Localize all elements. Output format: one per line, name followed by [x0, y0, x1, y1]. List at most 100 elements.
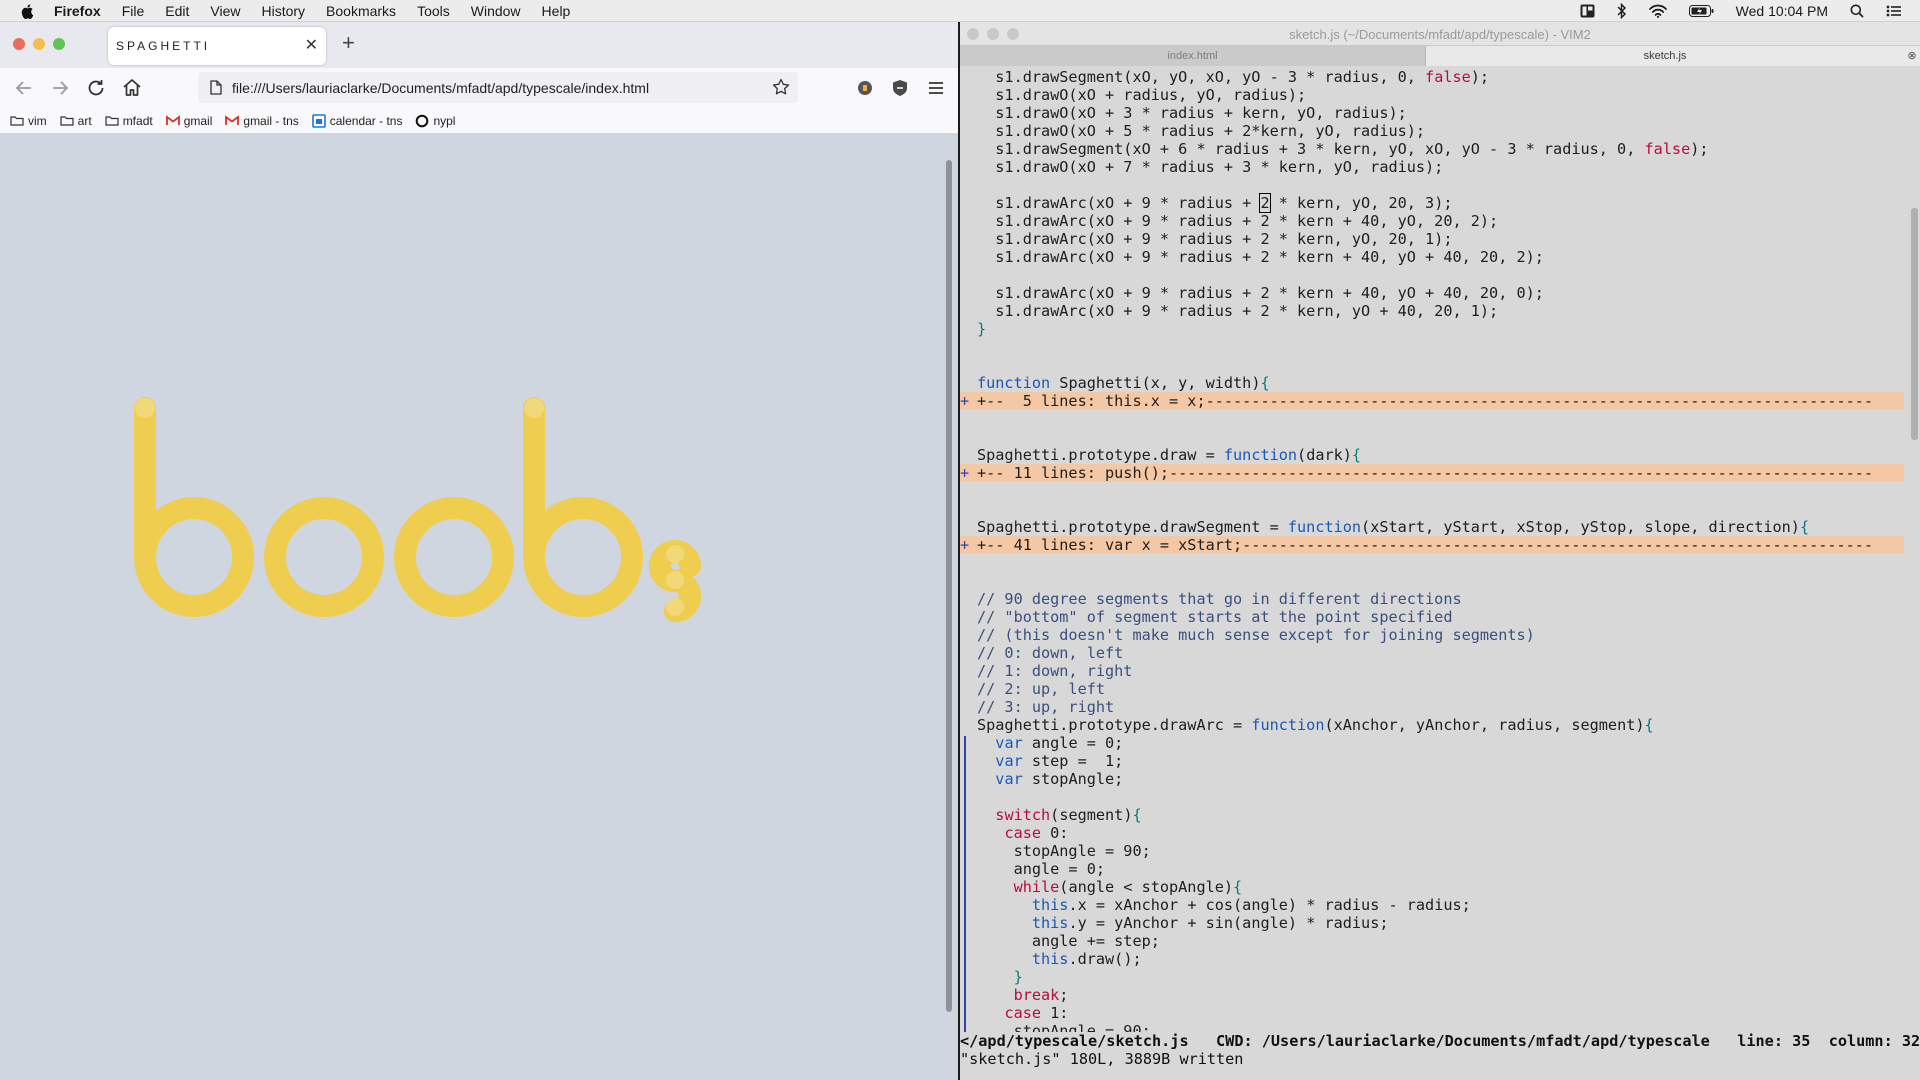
code-line[interactable]: // 3: up, right [960, 698, 1904, 716]
code-editor[interactable]: s1.drawSegment(xO, yO, xO, yO - 3 * radi… [960, 66, 1920, 1042]
code-line[interactable]: Spaghetti.prototype.draw = function(dark… [960, 446, 1904, 464]
code-line[interactable]: // 1: down, right [960, 662, 1904, 680]
code-line[interactable]: switch(segment){ [960, 806, 1904, 824]
code-line[interactable]: // (this doesn't make much sense except … [960, 626, 1904, 644]
code-line[interactable]: this.x = xAnchor + cos(angle) * radius -… [960, 896, 1904, 914]
code-line[interactable]: s1.drawArc(xO + 9 * radius + 2 * kern + … [960, 284, 1904, 302]
menu-edit[interactable]: Edit [165, 3, 189, 19]
code-line[interactable]: this.draw(); [960, 950, 1904, 968]
tiling-app-icon[interactable] [1580, 4, 1595, 18]
menu-file[interactable]: File [122, 3, 145, 19]
back-arrow-icon[interactable] [12, 76, 36, 100]
code-line[interactable]: // 2: up, left [960, 680, 1904, 698]
code-line[interactable] [960, 554, 1904, 572]
code-line[interactable]: angle += step; [960, 932, 1904, 950]
code-line[interactable]: // 90 degree segments that go in differe… [960, 590, 1904, 608]
menu-window[interactable]: Window [471, 3, 521, 19]
address-bar[interactable]: file:///Users/lauriaclarke/Documents/mfa… [198, 72, 798, 103]
menu-app-firefox[interactable]: Firefox [54, 3, 101, 19]
code-line[interactable]: stopAngle = 90; [960, 842, 1904, 860]
code-line[interactable]: s1.drawSegment(xO + 6 * radius + 3 * ker… [960, 140, 1904, 158]
code-line[interactable]: } [960, 320, 1904, 338]
spotlight-search-icon[interactable] [1850, 4, 1864, 18]
bookmark-nypl[interactable]: nypl [415, 114, 455, 128]
code-line[interactable]: angle = 0; [960, 860, 1904, 878]
code-line[interactable]: s1.drawArc(xO + 9 * radius + 2 * kern, y… [960, 230, 1904, 248]
apple-icon[interactable] [20, 3, 36, 19]
code-line[interactable] [960, 788, 1904, 806]
forward-arrow-icon[interactable] [48, 76, 72, 100]
extension-icon[interactable] [853, 76, 877, 100]
code-line[interactable]: Spaghetti.prototype.drawArc = function(x… [960, 716, 1904, 734]
shield-icon[interactable] [888, 76, 912, 100]
url-text[interactable]: file:///Users/lauriaclarke/Documents/mfa… [232, 80, 649, 96]
menu-history[interactable]: History [261, 3, 305, 19]
close-window-button[interactable] [13, 38, 25, 50]
code-line[interactable] [960, 410, 1904, 428]
bookmark-gmail-tns[interactable]: gmail - tns [225, 114, 299, 128]
code-line[interactable]: s1.drawArc(xO + 9 * radius + 2 * kern + … [960, 248, 1904, 266]
folded-code-line[interactable]: + +-- 5 lines: this.x = x;---------------… [960, 392, 1904, 410]
close-tab-icon[interactable]: ⊗ [1904, 46, 1920, 66]
code-line[interactable]: // 0: down, left [960, 644, 1904, 662]
bookmark-calendar-tns[interactable]: calendar - tns [311, 114, 402, 128]
new-tab-button[interactable]: + [342, 32, 355, 54]
code-line[interactable] [960, 482, 1904, 500]
code-line[interactable]: } [960, 968, 1904, 986]
zoom-window-button[interactable] [53, 38, 65, 50]
clock[interactable]: Wed 10:04 PM [1736, 3, 1828, 19]
code-line[interactable]: while(angle < stopAngle){ [960, 878, 1904, 896]
folded-code-line[interactable]: + +-- 11 lines: push();------------------… [960, 464, 1904, 482]
code-line[interactable]: s1.drawO(xO + 3 * radius + kern, yO, rad… [960, 104, 1904, 122]
code-line[interactable]: s1.drawO(xO + radius, yO, radius); [960, 86, 1904, 104]
code-line[interactable] [960, 356, 1904, 374]
bluetooth-icon[interactable] [1617, 3, 1627, 19]
code-line[interactable]: Spaghetti.prototype.drawSegment = functi… [960, 518, 1904, 536]
battery-icon[interactable] [1688, 5, 1714, 17]
code-line[interactable] [960, 266, 1904, 284]
code-line[interactable]: this.y = yAnchor + sin(angle) * radius; [960, 914, 1904, 932]
code-line[interactable]: s1.drawO(xO + 7 * radius + 3 * kern, yO,… [960, 158, 1904, 176]
menu-help[interactable]: Help [542, 3, 571, 19]
code-line[interactable] [960, 176, 1904, 194]
vim-tab-index-html[interactable]: index.html [960, 46, 1426, 66]
folded-code-line[interactable]: + +-- 41 lines: var x = xStart;----------… [960, 536, 1904, 554]
code-line[interactable]: function Spaghetti(x, y, width){ [960, 374, 1904, 392]
menu-view[interactable]: View [210, 3, 240, 19]
vim-tab-sketch-js[interactable]: sketch.js [1426, 46, 1904, 66]
vertical-scrollbar[interactable] [946, 160, 952, 1012]
page-canvas[interactable] [0, 134, 958, 1080]
wifi-icon[interactable] [1648, 4, 1667, 18]
menu-tools[interactable]: Tools [417, 3, 450, 19]
reload-icon[interactable] [84, 76, 108, 100]
code-line[interactable] [960, 428, 1904, 446]
home-icon[interactable] [120, 76, 144, 100]
bookmark-star-icon[interactable] [772, 78, 790, 96]
menu-bookmarks[interactable]: Bookmarks [326, 3, 396, 19]
bookmark-gmail[interactable]: gmail [165, 114, 212, 128]
bookmark-vim[interactable]: vim [10, 114, 47, 128]
control-center-icon[interactable] [1886, 4, 1902, 18]
code-line[interactable]: case 1: [960, 1004, 1904, 1022]
code-line[interactable]: var stopAngle; [960, 770, 1904, 788]
code-line[interactable]: s1.drawO(xO + 5 * radius + 2*kern, yO, r… [960, 122, 1904, 140]
hamburger-menu-icon[interactable] [924, 76, 948, 100]
tab-spaghetti[interactable]: SPAGHETTI ✕ [108, 27, 326, 65]
code-line[interactable]: var angle = 0; [960, 734, 1904, 752]
minimize-window-button[interactable] [33, 38, 45, 50]
code-line[interactable] [960, 500, 1904, 518]
code-line[interactable]: s1.drawSegment(xO, yO, xO, yO - 3 * radi… [960, 68, 1904, 86]
code-line[interactable]: // "bottom" of segment starts at the poi… [960, 608, 1904, 626]
code-line[interactable]: case 0: [960, 824, 1904, 842]
code-line[interactable]: s1.drawArc(xO + 9 * radius + 2 * kern, y… [960, 193, 1904, 213]
vim-scrollbar[interactable] [1911, 208, 1918, 440]
code-line[interactable]: var step = 1; [960, 752, 1904, 770]
code-line[interactable] [960, 572, 1904, 590]
code-line[interactable]: s1.drawArc(xO + 9 * radius + 2 * kern, y… [960, 302, 1904, 320]
code-line[interactable]: break; [960, 986, 1904, 1004]
bookmark-mfadt[interactable]: mfadt [105, 114, 153, 128]
close-tab-icon[interactable]: ✕ [305, 35, 318, 55]
code-line[interactable]: s1.drawArc(xO + 9 * radius + 2 * kern + … [960, 212, 1904, 230]
code-line[interactable] [960, 338, 1904, 356]
bookmark-art[interactable]: art [60, 114, 92, 128]
